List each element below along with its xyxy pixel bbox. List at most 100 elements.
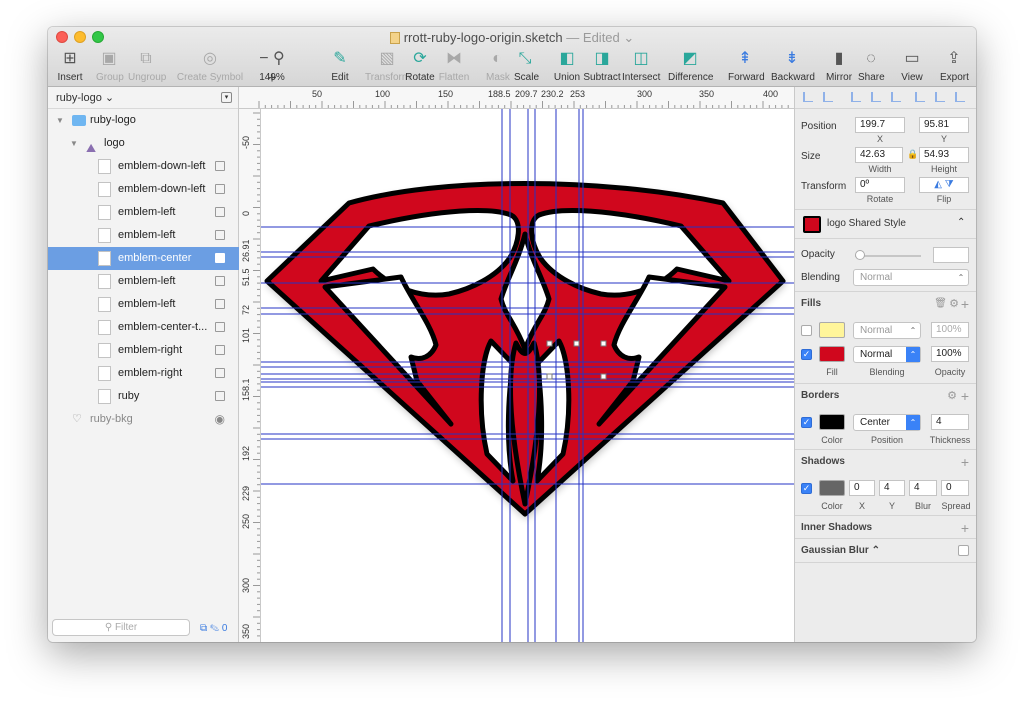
- shadow-spread-field[interactable]: 0: [941, 480, 969, 496]
- layer-row-emblem-right[interactable]: emblem-right: [48, 362, 239, 385]
- fill-2-color[interactable]: [819, 346, 845, 362]
- flip-vertical-icon[interactable]: ⧩: [945, 179, 954, 190]
- disclosure-triangle-icon[interactable]: ▼: [70, 132, 78, 155]
- artboard-canvas[interactable]: [261, 109, 794, 642]
- resize-handle[interactable]: [546, 373, 553, 380]
- border-color[interactable]: [819, 414, 845, 430]
- disclosure-triangle-icon[interactable]: ▼: [56, 109, 64, 132]
- group-button[interactable]: ▣ Group: [96, 47, 124, 85]
- layer-row-logo[interactable]: ▼ ⛰ logo: [48, 132, 239, 155]
- align-middle-icon[interactable]: [891, 92, 901, 102]
- fill-2-checkbox[interactable]: ✓: [801, 349, 812, 360]
- align-bottom-icon[interactable]: [915, 92, 925, 102]
- intersect-button[interactable]: ◫ Intersect: [622, 47, 660, 85]
- insert-button[interactable]: ⊞ Insert: [56, 47, 84, 85]
- align-left-icon[interactable]: [803, 92, 813, 102]
- border-checkbox[interactable]: ✓: [801, 417, 812, 428]
- width-field[interactable]: 42.63: [855, 147, 903, 163]
- ruby-emblem[interactable]: [264, 181, 786, 517]
- horizontal-ruler[interactable]: 50 100 150 188.5 209.7 230.2 253 300 350 400: [239, 87, 794, 109]
- ungroup-button[interactable]: ⧉ Ungroup: [128, 47, 166, 85]
- mask-button[interactable]: ◐ Mask: [486, 47, 510, 85]
- opacity-field[interactable]: [933, 247, 969, 263]
- border-position-select[interactable]: Center ⌃: [853, 414, 921, 431]
- resize-handle[interactable]: [600, 373, 607, 380]
- layer-row-emblem-right[interactable]: emblem-right: [48, 339, 239, 362]
- layer-row-emblem-left[interactable]: emblem-left: [48, 224, 239, 247]
- export-button[interactable]: ⇪ Export: [940, 47, 969, 85]
- gear-icon[interactable]: ⚙: [949, 292, 959, 316]
- add-border-icon[interactable]: +: [961, 384, 969, 408]
- align-center-icon[interactable]: [823, 92, 833, 102]
- height-field[interactable]: 54.93: [919, 147, 969, 163]
- scale-button[interactable]: ⤡ Scale: [514, 47, 539, 85]
- resize-handle[interactable]: [573, 340, 580, 347]
- align-top-icon[interactable]: [871, 92, 881, 102]
- rotate-button[interactable]: ⟳ Rotate: [405, 47, 435, 85]
- transform-button[interactable]: ▧ Transform: [365, 47, 410, 85]
- gaussian-blur-section-header[interactable]: Gaussian Blur ⌃: [795, 538, 976, 562]
- rotate-field[interactable]: 0º: [855, 177, 905, 193]
- gear-icon[interactable]: ⚙: [947, 384, 957, 408]
- add-fill-icon[interactable]: +: [961, 292, 969, 316]
- trash-icon[interactable]: 🗑: [934, 292, 947, 316]
- border-thickness-field[interactable]: 4: [931, 414, 969, 430]
- filter-options-icon[interactable]: ⧉ ✎ 0: [200, 623, 227, 634]
- backward-button[interactable]: ⇟ Backward: [771, 47, 815, 85]
- layer-row-ruby[interactable]: ruby: [48, 385, 239, 408]
- fill-1-checkbox[interactable]: [801, 325, 812, 336]
- fill-1-opacity[interactable]: 100%: [931, 322, 969, 338]
- shadow-y-field[interactable]: 4: [879, 480, 905, 496]
- layer-row-emblem-left[interactable]: emblem-left: [48, 201, 239, 224]
- shadow-x-field[interactable]: 0: [849, 480, 875, 496]
- add-shadow-icon[interactable]: +: [961, 450, 969, 474]
- create-symbol-button[interactable]: ◎ Create Symbol: [176, 47, 244, 85]
- layer-row-ruby-logo[interactable]: ▼ ruby-logo: [48, 109, 239, 132]
- union-button[interactable]: ◧ Union: [553, 47, 581, 85]
- page-selector[interactable]: ruby-logo ⌄ ▾: [48, 87, 238, 109]
- mirror-button[interactable]: ▮ Mirror: [824, 47, 854, 85]
- lock-icon[interactable]: 🔒: [907, 149, 918, 160]
- shadow-blur-field[interactable]: 4: [909, 480, 937, 496]
- fill-2-blending[interactable]: Normal ⌃: [853, 346, 921, 363]
- layer-row-emblem-left[interactable]: emblem-left: [48, 270, 239, 293]
- fill-2-opacity[interactable]: 100%: [931, 346, 969, 362]
- zoom-button[interactable]: − ⚲ +149%: [254, 47, 290, 87]
- layer-row-emblem-down-left[interactable]: emblem-down-left: [48, 155, 239, 178]
- resize-handle[interactable]: [546, 340, 553, 347]
- vertical-ruler[interactable]: -50 0 26.91 51.5 72 101 158.1 192 229 250 300 350: [239, 109, 261, 642]
- difference-button[interactable]: ◩ Difference: [668, 47, 713, 85]
- flip-horizontal-icon[interactable]: ◭: [934, 179, 942, 190]
- gaussian-blur-checkbox[interactable]: [958, 545, 969, 556]
- y-position-field[interactable]: 95.81: [919, 117, 969, 133]
- distribute-horizontal-icon[interactable]: [935, 92, 945, 102]
- view-button[interactable]: ▭ View: [900, 47, 924, 85]
- align-right-icon[interactable]: [851, 92, 861, 102]
- x-position-field[interactable]: 199.7: [855, 117, 905, 133]
- share-button[interactable]: ◌ Share: [858, 47, 885, 85]
- layer-row-emblem-down-left[interactable]: emblem-down-left: [48, 178, 239, 201]
- edit-button[interactable]: ✎ Edit: [329, 47, 351, 85]
- shadow-color[interactable]: [819, 480, 845, 496]
- layer-row-ruby-bkg[interactable]: ♡ ◉ ruby-bkg: [48, 408, 239, 431]
- layer-row-emblem-center-t[interactable]: emblem-center-t...: [48, 316, 239, 339]
- shadow-checkbox[interactable]: ✓: [801, 483, 812, 494]
- blending-select[interactable]: Normal ⌃: [853, 269, 969, 286]
- layer-row-emblem-center[interactable]: emblem-center: [48, 247, 239, 270]
- flip-buttons[interactable]: ◭ ⧩: [919, 177, 969, 193]
- opacity-slider-knob[interactable]: [855, 250, 865, 260]
- resize-handle[interactable]: [600, 340, 607, 347]
- shared-style-selector[interactable]: logo Shared Style ⌃: [795, 209, 976, 239]
- add-inner-shadow-icon[interactable]: +: [961, 516, 969, 540]
- ruby-logo-artwork[interactable]: [261, 109, 794, 642]
- fill-1-color[interactable]: [819, 322, 845, 338]
- subtract-button[interactable]: ◨ Subtract: [583, 47, 621, 85]
- filter-input[interactable]: ⚲ Filter: [52, 619, 190, 636]
- layer-row-emblem-left[interactable]: emblem-left: [48, 293, 239, 316]
- eye-icon[interactable]: ◉: [215, 408, 225, 431]
- collapse-icon[interactable]: ▾: [221, 92, 232, 103]
- fill-1-blending[interactable]: Normal ⌃: [853, 322, 921, 339]
- distribute-vertical-icon[interactable]: [955, 92, 965, 102]
- forward-button[interactable]: ⇞ Forward: [728, 47, 765, 85]
- flatten-button[interactable]: ⧓ Flatten: [438, 47, 470, 85]
